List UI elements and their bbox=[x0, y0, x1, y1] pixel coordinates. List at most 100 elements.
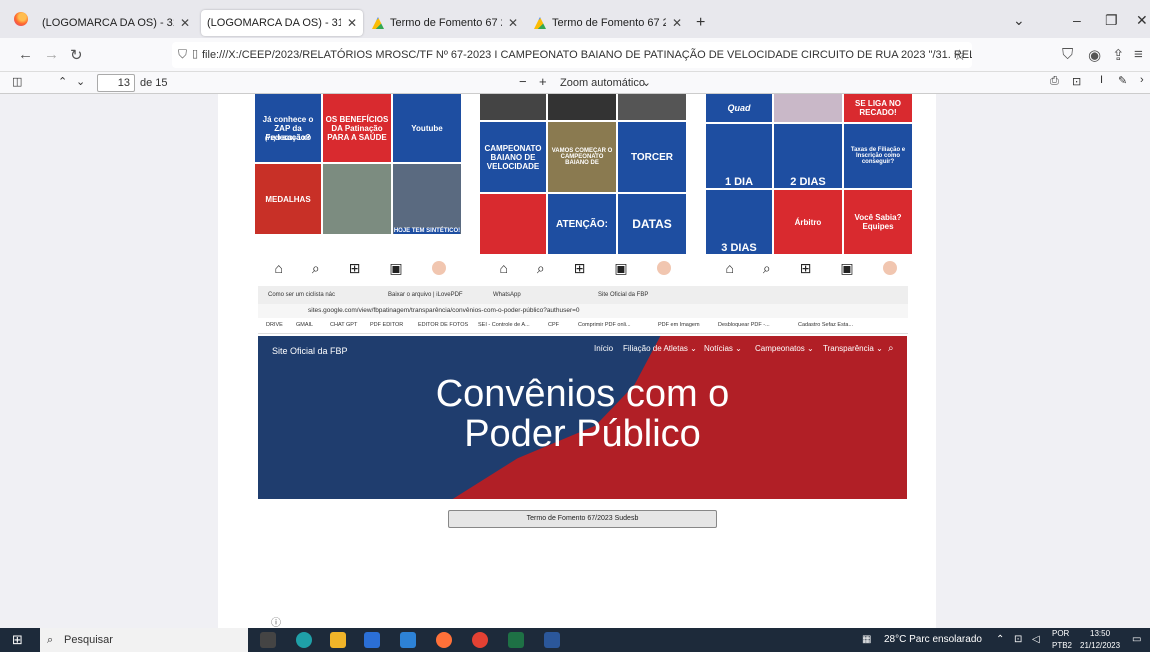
next-page-icon[interactable]: ⌄ bbox=[76, 75, 85, 88]
tab-label: Termo de Fomento 67 2023 Sud bbox=[552, 17, 666, 29]
ig-post-text: (71) 9 8239-1099 bbox=[264, 136, 312, 142]
ig-post-text: SE LIGA NO RECADO! bbox=[855, 99, 901, 117]
site-nav-filiacao: Filiação de Atletas ⌄ bbox=[623, 344, 697, 353]
restore-button[interactable]: ❐ bbox=[1105, 12, 1118, 29]
previous-page-icon[interactable]: ⌃ bbox=[58, 75, 67, 88]
zoom-select[interactable]: Zoom automático ⌄ bbox=[555, 74, 657, 92]
reels-icon[interactable]: ▣ bbox=[389, 260, 402, 277]
tab-list-chevron-icon[interactable]: ⌄ bbox=[1013, 12, 1025, 29]
mail-icon[interactable] bbox=[400, 632, 416, 648]
notifications-icon[interactable]: ▭ bbox=[1132, 628, 1141, 652]
ig-post-1dia: 1 DIA bbox=[706, 124, 772, 188]
home-icon[interactable]: ⌂ bbox=[274, 260, 282, 276]
file-explorer-icon[interactable] bbox=[330, 632, 346, 648]
ig-post-text: Quad bbox=[727, 103, 751, 113]
termo-fomento-button: Termo de Fomento 67/2023 Sudesb bbox=[448, 510, 717, 528]
sidebar-toggle-icon[interactable]: ◫ bbox=[12, 75, 22, 88]
ig-post-photo bbox=[618, 94, 686, 120]
close-window-button[interactable]: ✕ bbox=[1136, 12, 1148, 29]
close-icon[interactable]: ✕ bbox=[508, 16, 518, 30]
add-post-icon[interactable]: ⊞ bbox=[349, 260, 361, 277]
chrome-icon[interactable] bbox=[472, 632, 488, 648]
task-view-icon[interactable] bbox=[260, 632, 276, 648]
tab-label: Termo de Fomento 67 2023 Sud bbox=[390, 17, 502, 29]
tab-relatorio-1[interactable]: (LOGOMARCA DA OS) - 31. RELATÓ ✕ bbox=[36, 10, 196, 36]
edge-icon[interactable] bbox=[296, 632, 312, 648]
tab-relatorio-2[interactable]: (LOGOMARCA DA OS) - 31. RELATÓ ✕ bbox=[201, 10, 363, 36]
tab-termo-1[interactable]: Termo de Fomento 67 2023 Sud ✕ bbox=[366, 10, 524, 36]
zoom-out-button[interactable]: − bbox=[519, 74, 527, 89]
zoom-in-button[interactable]: + bbox=[539, 74, 547, 89]
close-icon[interactable]: ✕ bbox=[347, 16, 357, 30]
volume-icon[interactable]: ◁ bbox=[1032, 628, 1040, 652]
embedded-url: sites.google.com/view/fbpatinagem/transp… bbox=[308, 307, 580, 314]
google-drive-icon bbox=[372, 17, 384, 29]
bookmark: Comprimir PDF onli... bbox=[578, 322, 631, 328]
hero-banner: Site Oficial da FBP Início Filiação de A… bbox=[258, 336, 907, 499]
ig-post-photo bbox=[774, 94, 842, 122]
ig-post-text: CAMPEONATO BAIANO DE VELOCIDADE bbox=[484, 143, 542, 171]
close-icon[interactable]: ✕ bbox=[180, 16, 190, 30]
ig-post-sabia: Você Sabia? Equipes bbox=[844, 190, 912, 254]
language-indicator[interactable]: POR PTB2 bbox=[1052, 628, 1072, 652]
bookmark: PDF EDITOR bbox=[370, 322, 404, 328]
page-number-input[interactable]: 13 bbox=[97, 74, 135, 92]
draw-tool-icon[interactable]: ✎ bbox=[1118, 74, 1127, 87]
more-tools-icon[interactable]: › bbox=[1140, 74, 1144, 86]
bookmark-star-icon[interactable]: ☆ bbox=[953, 46, 966, 64]
add-post-icon[interactable]: ⊞ bbox=[800, 260, 812, 277]
taskbar-search[interactable]: ⌕ Pesquisar bbox=[40, 628, 248, 652]
text-tool-icon[interactable]: I bbox=[1100, 74, 1103, 86]
word-icon[interactable] bbox=[544, 632, 560, 648]
pdf-toolbar: ◫ ⌃ ⌄ 13 de 15 − + Zoom automático ⌄ ⎙ ⊡… bbox=[0, 72, 1150, 94]
tray-chevron-icon[interactable]: ⌃ bbox=[996, 628, 1004, 652]
address-bar[interactable]: ⛉ ▯ file:///X:/CEEP/2023/RELATÓRIOS MROS… bbox=[172, 42, 972, 68]
reels-icon[interactable]: ▣ bbox=[614, 260, 627, 277]
close-icon[interactable]: ✕ bbox=[672, 16, 682, 30]
ig-post-text: 1 DIA bbox=[724, 176, 754, 188]
forward-arrow-icon[interactable]: → bbox=[44, 46, 59, 63]
share-icon[interactable]: ⇪ bbox=[1112, 46, 1125, 64]
search-icon[interactable]: ⌕ bbox=[763, 260, 771, 277]
print-icon[interactable]: ⎙ bbox=[1050, 75, 1059, 88]
home-icon[interactable]: ⌂ bbox=[499, 260, 507, 276]
account-icon[interactable]: ◉ bbox=[1088, 46, 1101, 64]
ig-post-text: VAMOS COMEÇAR O CAMPEONATO BAIANO DE bbox=[551, 148, 613, 166]
ig-post-text: Você Sabia? Equipes bbox=[854, 213, 902, 231]
add-post-icon[interactable]: ⊞ bbox=[574, 260, 586, 277]
embedded-bookmarks-bar: DRIVE GMAIL CHAT GPT PDF EDITOR EDITOR D… bbox=[258, 318, 908, 334]
pocket-icon[interactable]: ⛉ bbox=[1062, 46, 1073, 63]
store-icon[interactable] bbox=[364, 632, 380, 648]
search-icon[interactable]: ⌕ bbox=[312, 260, 320, 277]
windows-start-icon[interactable]: ⊞ bbox=[12, 632, 23, 648]
avatar[interactable] bbox=[656, 261, 671, 275]
new-tab-button[interactable]: + bbox=[696, 14, 705, 32]
shield-icon[interactable]: ⛉ bbox=[178, 47, 187, 62]
weather-text[interactable]: 28°C Parc ensolarado bbox=[884, 628, 982, 652]
instagram-nav-1: ⌂ ⌕ ⊞ ▣ bbox=[260, 256, 460, 280]
tab-termo-2[interactable]: Termo de Fomento 67 2023 Sud ✕ bbox=[528, 10, 688, 36]
avatar[interactable] bbox=[882, 261, 897, 275]
taskbar-search-text: Pesquisar bbox=[64, 634, 113, 646]
save-icon[interactable]: ⊡ bbox=[1072, 75, 1081, 88]
site-nav-transparencia: Transparência ⌄ bbox=[823, 344, 883, 353]
address-text: file:///X:/CEEP/2023/RELATÓRIOS MROSC/TF… bbox=[202, 49, 972, 61]
ig-post-zap: Já conhece o ZAP da Federação? bbox=[255, 94, 321, 162]
menu-icon[interactable]: ≡ bbox=[1134, 46, 1143, 63]
network-icon[interactable]: ⊡ bbox=[1014, 628, 1022, 652]
browser-tab-bar: (LOGOMARCA DA OS) - 31. RELATÓ ✕ (LOGOMA… bbox=[0, 0, 1150, 38]
home-icon[interactable]: ⌂ bbox=[725, 260, 733, 276]
back-arrow-icon[interactable]: ← bbox=[18, 46, 33, 63]
excel-icon[interactable] bbox=[508, 632, 524, 648]
avatar[interactable] bbox=[431, 261, 446, 275]
embedded-tab: WhatsApp bbox=[493, 292, 521, 298]
ig-post-text: Taxas de Filiação e Inscrição como conse… bbox=[850, 147, 906, 165]
windows-taskbar: ⊞ ⌕ Pesquisar ▦ 28°C Parc ensolarado ⌃ ⊡… bbox=[0, 628, 1150, 652]
reels-icon[interactable]: ▣ bbox=[840, 260, 853, 277]
clock[interactable]: 13:50 21/12/2023 bbox=[1080, 628, 1120, 652]
reload-icon[interactable]: ↻ bbox=[70, 46, 83, 64]
minimize-button[interactable]: – bbox=[1073, 12, 1081, 28]
weather-icon[interactable]: ▦ bbox=[862, 628, 871, 652]
firefox-icon[interactable] bbox=[436, 632, 452, 648]
search-icon[interactable]: ⌕ bbox=[537, 260, 545, 277]
